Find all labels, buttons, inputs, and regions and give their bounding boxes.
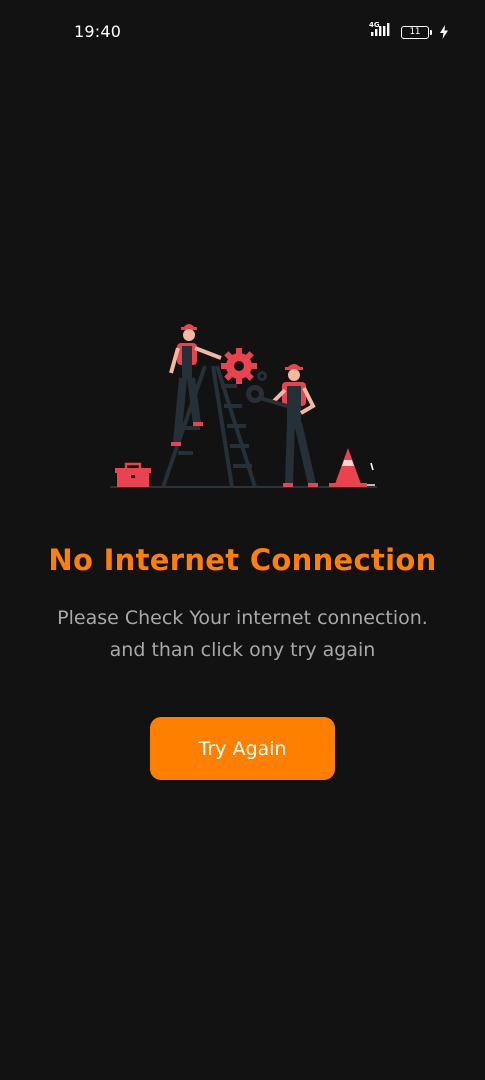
message-line-2: and than click ony try again bbox=[109, 639, 376, 661]
gear-icon bbox=[221, 348, 257, 384]
small-gear-icon bbox=[257, 371, 267, 381]
try-again-button[interactable]: Try Again bbox=[150, 717, 335, 780]
status-time: 19:40 bbox=[74, 22, 122, 41]
message-line-1: Please Check Your internet connection. bbox=[57, 607, 428, 629]
battery-level: 11 bbox=[409, 26, 421, 37]
maintenance-workers-illustration bbox=[110, 324, 377, 488]
toolbox-icon bbox=[115, 462, 151, 487]
error-message: Please Check Your internet connection. a… bbox=[0, 602, 485, 666]
worker-standing-icon bbox=[259, 364, 318, 487]
battery-icon: 11 bbox=[401, 25, 432, 39]
network-type-label: 4G bbox=[369, 21, 380, 29]
traffic-cone-icon bbox=[329, 448, 375, 487]
charging-bolt-icon bbox=[440, 25, 448, 39]
signal-icon: 4G bbox=[369, 21, 395, 41]
status-icons: 4G 11 bbox=[369, 21, 449, 41]
status-bar: 19:40 4G 11 bbox=[0, 0, 485, 64]
page-title: No Internet Connection bbox=[48, 543, 437, 577]
